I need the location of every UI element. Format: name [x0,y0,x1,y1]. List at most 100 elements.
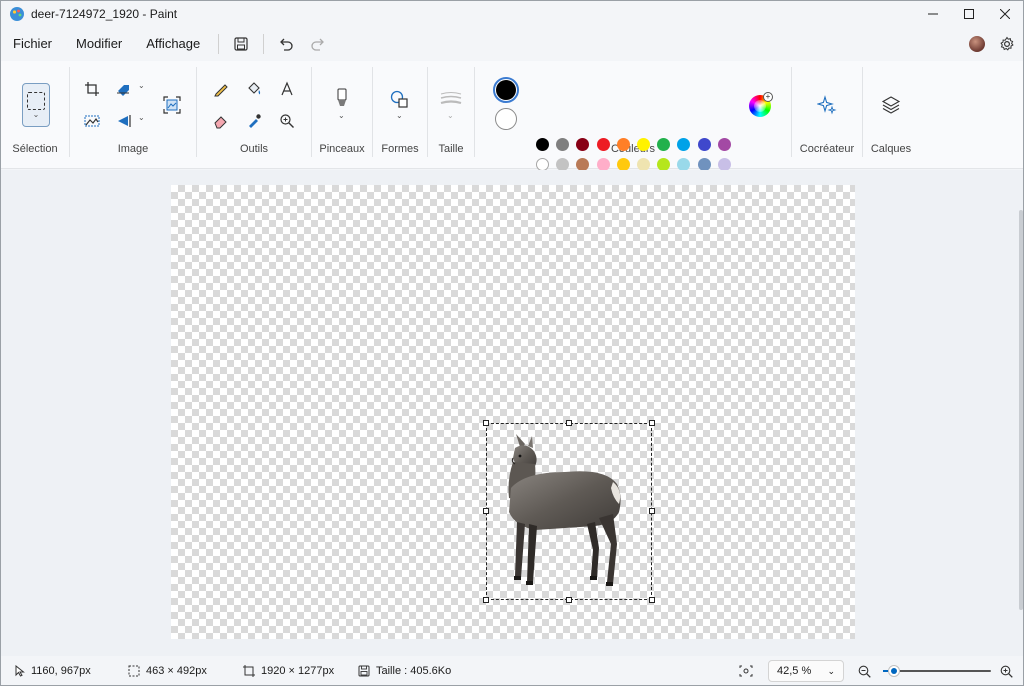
status-bar: 1160, 967px 463 × 492px 1920 × 1277px Ta… [1,656,1023,686]
cocreator-button[interactable] [815,93,839,117]
layers-button[interactable] [879,93,903,117]
account-avatar[interactable] [969,36,985,52]
chevron-down-icon[interactable]: ⌄ [338,111,345,120]
zoom-out-button[interactable] [858,656,871,686]
canvas-size-icon [243,665,255,677]
resize-handle[interactable] [566,597,572,603]
maximize-icon [964,9,974,19]
stroke-size-button[interactable] [439,87,463,111]
selection-button[interactable]: ⌄ [22,83,50,127]
resize-button[interactable] [112,77,136,101]
zoom-slider[interactable] [883,665,991,677]
eraser-button[interactable] [209,109,233,133]
color-swatch[interactable] [536,138,549,151]
drawing-canvas[interactable] [171,185,855,639]
minimize-button[interactable] [915,1,951,27]
menu-bar: Fichier Modifier Affichage [1,29,1023,59]
crop-icon [85,82,99,96]
menu-file[interactable]: Fichier [1,30,64,58]
menu-edit[interactable]: Modifier [64,30,134,58]
settings-gear-icon[interactable] [999,36,1015,52]
save-icon [234,37,248,51]
zoom-out-icon [858,665,871,678]
color-swatch[interactable] [697,138,711,151]
tools-group-label: Outils [239,143,269,155]
fill-button[interactable] [242,77,266,101]
color-picker-button[interactable] [242,109,266,133]
chevron-down-icon[interactable]: ⌄ [138,113,145,122]
text-icon [281,81,293,96]
close-icon [1000,9,1010,19]
chevron-down-icon[interactable]: ⌄ [138,81,145,90]
shapes-button[interactable] [388,87,412,111]
zoom-dropdown[interactable]: 42,5 % ⌄ [768,660,844,682]
zoom-in-button[interactable] [1000,656,1013,686]
zoom-slider-thumb[interactable] [887,665,900,677]
flip-button[interactable] [112,109,136,133]
cursor-pointer-icon [15,665,25,677]
selection-box[interactable] [483,420,655,603]
crop-button[interactable] [80,77,104,101]
eyedropper-icon [249,114,261,128]
primary-color-swatch[interactable] [493,77,519,103]
magnifier-button[interactable] [275,109,299,133]
resize-handle[interactable] [566,420,572,426]
shapes-group-label: Formes [381,143,419,155]
color-swatch[interactable] [717,138,731,151]
zoom-value: 42,5 % [777,665,812,677]
image-select-icon [163,96,181,114]
minimize-icon [928,13,938,15]
chevron-down-icon[interactable]: ⌄ [396,111,403,120]
resize-handle[interactable] [483,420,489,426]
rectangle-selection-icon [27,91,45,110]
selection-group: ⌄ Sélection [1,61,69,169]
pencil-icon [214,84,228,97]
undo-icon [280,38,293,51]
pencil-button[interactable] [209,77,233,101]
resize-handle[interactable] [649,508,655,514]
shapes-group[interactable]: ⌄ Formes [373,61,427,169]
save-button[interactable] [225,30,257,58]
resize-handle[interactable] [649,597,655,603]
fit-to-window-button[interactable] [739,656,753,686]
chevron-down-icon: ⌄ [827,665,835,676]
layers-group[interactable]: Calques [863,61,919,169]
brushes-group[interactable]: ⌄ Pinceaux [312,61,372,169]
menu-divider [263,34,265,54]
primary-color-fill [496,80,516,100]
undo-button[interactable] [270,30,302,58]
paint-window: deer-7124972_1920 - Paint Fichier Modifi… [0,0,1024,686]
image-group: ⌄ ⌄ Image [70,61,196,169]
color-swatch[interactable] [637,138,650,151]
add-color-plus-icon[interactable]: + [763,92,773,102]
menu-view[interactable]: Affichage [134,30,212,58]
resize-handle[interactable] [483,597,489,603]
size-group[interactable]: ⌄ Taille [428,61,474,169]
redo-button[interactable] [302,30,334,58]
cocreator-group[interactable]: Cocréateur [792,61,862,169]
fit-to-window-icon [739,665,753,677]
close-button[interactable] [987,1,1023,27]
eraser-icon [214,116,227,129]
resize-handle[interactable] [649,420,655,426]
selection-group-label: Sélection [12,143,58,155]
image-select-button[interactable] [160,93,184,117]
secondary-color-swatch[interactable] [495,108,517,130]
resize-handle[interactable] [483,508,489,514]
vertical-scrollbar[interactable] [1019,210,1023,610]
brush-button[interactable] [330,87,354,111]
paint-app-icon [10,7,24,21]
color-swatch[interactable] [616,138,630,151]
sparkle-icon [817,95,837,115]
brushes-group-label: Pinceaux [319,143,365,155]
window-title: deer-7124972_1920 - Paint [31,7,178,21]
image-size-text: 1920 × 1277px [261,665,335,677]
redo-icon [311,38,325,51]
text-button[interactable] [275,77,299,101]
maximize-button[interactable] [951,1,987,27]
canvas-workspace[interactable] [1,170,1023,656]
background-removal-button[interactable] [80,109,104,133]
color-swatch[interactable] [596,138,610,151]
zoom-in-icon [1000,665,1013,678]
cursor-position-text: 1160, 967px [31,665,91,677]
